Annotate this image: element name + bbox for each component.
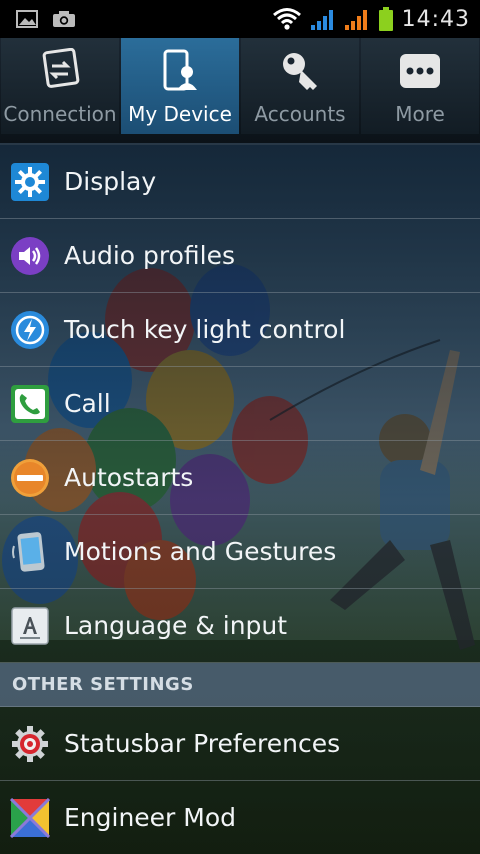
item-label: Touch key light control [64, 315, 346, 344]
section-label: OTHER SETTINGS [12, 674, 194, 695]
tab-label: More [395, 102, 445, 126]
tab-accounts[interactable]: Accounts [241, 38, 359, 134]
item-label: Audio profiles [64, 241, 235, 270]
phone-icon [11, 384, 49, 423]
item-label: Display [64, 167, 157, 196]
statusbar-gear-icon [12, 725, 48, 762]
tab-more[interactable]: More [361, 38, 479, 134]
my-device-icon [163, 49, 197, 91]
item-label: Call [64, 389, 111, 418]
settings-tabs: Connection My Device Accounts More [0, 38, 480, 145]
camera-icon [53, 11, 75, 27]
battery-icon [378, 7, 393, 31]
tab-label: Connection [3, 102, 117, 126]
list-item-display[interactable]: Display [0, 145, 480, 219]
autostart-icon [11, 458, 49, 497]
signal-1-icon [310, 10, 333, 30]
connection-icon [42, 48, 80, 88]
list-item-call[interactable]: Call [0, 367, 480, 441]
clock: 14:43 [401, 6, 470, 32]
list-item-audio-profiles[interactable]: Audio profiles [0, 219, 480, 293]
item-label: Statusbar Preferences [64, 729, 341, 758]
tab-my-device[interactable]: My Device [121, 38, 239, 134]
list-item-engineer-mod[interactable]: Engineer Mod [0, 781, 480, 854]
wifi-icon [272, 8, 301, 30]
tab-label: Accounts [254, 102, 346, 126]
display-gear-icon [11, 162, 49, 201]
motion-phone-icon [12, 531, 45, 572]
item-label: Engineer Mod [64, 803, 237, 832]
speaker-icon [11, 236, 49, 275]
list-item-language-input[interactable]: Language & input [0, 589, 480, 663]
status-bar: 14:43 [0, 0, 480, 38]
settings-list: Display Audio profiles Touch key light c… [0, 145, 480, 854]
keyboard-icon [11, 606, 49, 645]
signal-2-icon [344, 10, 367, 30]
accounts-icon [283, 53, 317, 90]
item-label: Language & input [64, 611, 288, 640]
more-icon [400, 54, 440, 88]
list-item-statusbar-preferences[interactable]: Statusbar Preferences [0, 707, 480, 781]
section-header-other-settings: OTHER SETTINGS [0, 663, 480, 707]
engineer-icon [10, 797, 50, 838]
list-item-touch-key-light[interactable]: Touch key light control [0, 293, 480, 367]
item-label: Autostarts [64, 463, 194, 492]
tab-label: My Device [128, 102, 232, 126]
touch-light-icon [11, 310, 49, 349]
tab-connection[interactable]: Connection [1, 38, 119, 134]
gallery-icon [16, 10, 38, 28]
list-item-motions-gestures[interactable]: Motions and Gestures [0, 515, 480, 589]
list-item-autostarts[interactable]: Autostarts [0, 441, 480, 515]
item-label: Motions and Gestures [64, 537, 337, 566]
